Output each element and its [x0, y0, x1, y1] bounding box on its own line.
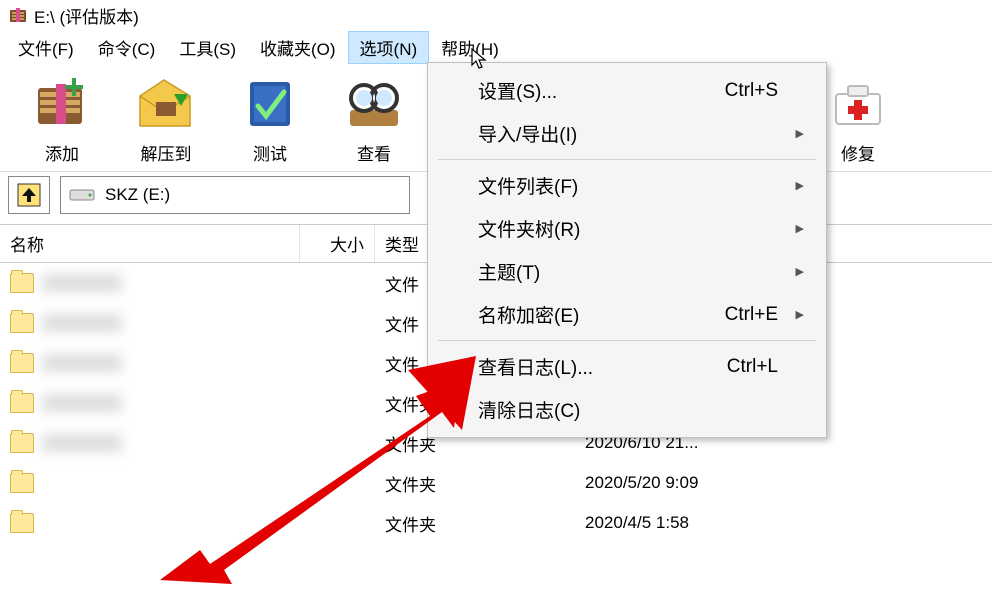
folder-icon [10, 393, 34, 413]
file-date: 2020/5/20 9:09 [575, 473, 775, 493]
menu-item-label: 查看日志(L)... [478, 353, 593, 380]
menu-tools[interactable]: 工具(S) [167, 31, 248, 64]
toolbar-view-label: 查看 [357, 140, 391, 165]
toolbar-test[interactable]: 测试 [218, 72, 322, 165]
file-type: 文件夹 [375, 511, 575, 536]
menu-separator [438, 340, 816, 341]
cursor-icon [470, 47, 490, 71]
titlebar: E:\ (评估版本) [0, 0, 992, 30]
submenu-indicator: ▶ [790, 179, 804, 192]
toolbar-test-label: 测试 [253, 140, 287, 165]
file-name [42, 314, 122, 332]
menu-item-label: 名称加密(E) [478, 301, 579, 328]
col-size[interactable]: 大小 [300, 225, 375, 262]
col-name[interactable]: 名称 [0, 225, 300, 262]
folder-icon [10, 473, 34, 493]
options-dropdown: 设置(S)...Ctrl+S导入/导出(I)▶文件列表(F)▶文件夹树(R)▶主… [427, 62, 827, 438]
file-name [42, 354, 122, 372]
toolbar-add[interactable]: 添加 [10, 72, 114, 165]
view-icon [342, 72, 406, 136]
menu-command[interactable]: 命令(C) [86, 31, 168, 64]
up-button[interactable] [8, 176, 50, 214]
file-date: 2020/4/5 1:58 [575, 513, 775, 533]
repair-icon [826, 72, 890, 136]
submenu-indicator: ▶ [790, 222, 804, 235]
file-name [42, 274, 122, 292]
menu-options[interactable]: 选项(N) [348, 31, 430, 64]
menu-item[interactable]: 名称加密(E) Ctrl+E ▶ [430, 293, 824, 336]
toolbar-extract-label: 解压到 [141, 140, 192, 165]
table-row[interactable]: 文件夹2020/4/5 1:58 [0, 503, 992, 543]
menu-item[interactable]: 设置(S)... Ctrl+S [430, 69, 824, 112]
window-title: E:\ (评估版本) [34, 3, 139, 28]
folder-icon [10, 353, 34, 373]
toolbar-view[interactable]: 查看 [322, 72, 426, 165]
menu-separator [438, 159, 816, 160]
app-icon [8, 5, 28, 25]
table-row[interactable]: 文件夹2020/5/20 9:09 [0, 463, 992, 503]
menu-item[interactable]: 主题(T) ▶ [430, 250, 824, 293]
file-name [42, 394, 122, 412]
test-icon [238, 72, 302, 136]
submenu-indicator: ▶ [790, 308, 804, 321]
menu-favorites[interactable]: 收藏夹(O) [248, 31, 348, 64]
toolbar-extract[interactable]: 解压到 [114, 72, 218, 165]
menu-file[interactable]: 文件(F) [6, 31, 86, 64]
path-label: SKZ (E:) [105, 185, 170, 205]
folder-icon [10, 273, 34, 293]
submenu-indicator: ▶ [790, 127, 804, 140]
menu-item-label: 设置(S)... [478, 77, 557, 104]
shortcut: Ctrl+L [707, 356, 778, 378]
folder-icon [10, 433, 34, 453]
menu-item-label: 文件夹树(R) [478, 215, 580, 242]
shortcut: Ctrl+E [705, 304, 778, 326]
menu-item-label: 清除日志(C) [478, 396, 580, 423]
shortcut: Ctrl+S [705, 80, 778, 102]
up-icon [16, 182, 42, 208]
folder-icon [10, 513, 34, 533]
toolbar-add-label: 添加 [45, 140, 79, 165]
menu-item[interactable]: 文件夹树(R) ▶ [430, 207, 824, 250]
file-type: 文件夹 [375, 471, 575, 496]
menu-item-label: 主题(T) [478, 258, 540, 285]
file-name [42, 434, 122, 452]
toolbar-repair-label: 修复 [841, 140, 875, 165]
menu-item[interactable]: 清除日志(C) [430, 388, 824, 431]
drive-icon [69, 186, 95, 204]
menu-item-label: 文件列表(F) [478, 172, 578, 199]
submenu-indicator: ▶ [790, 265, 804, 278]
menu-item[interactable]: 导入/导出(I) ▶ [430, 112, 824, 155]
folder-icon [10, 313, 34, 333]
add-icon [30, 72, 94, 136]
menu-item[interactable]: 文件列表(F) ▶ [430, 164, 824, 207]
extract-icon [134, 72, 198, 136]
menu-item[interactable]: 查看日志(L)... Ctrl+L [430, 345, 824, 388]
path-box[interactable]: SKZ (E:) [60, 176, 410, 214]
menu-item-label: 导入/导出(I) [478, 120, 577, 147]
menubar: 文件(F) 命令(C) 工具(S) 收藏夹(O) 选项(N) 帮助(H) [0, 30, 992, 64]
